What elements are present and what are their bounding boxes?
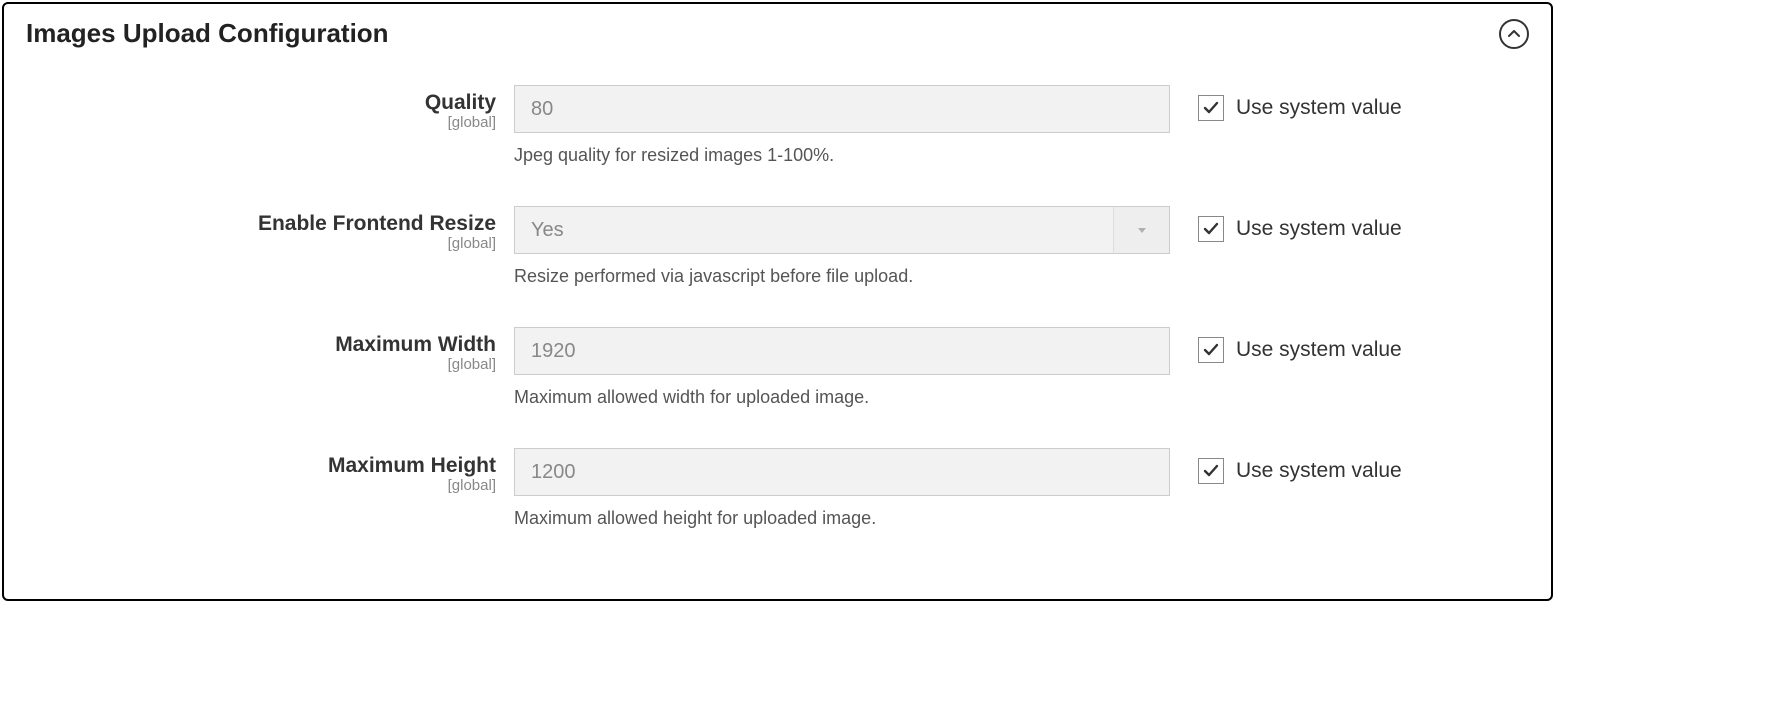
field-max-height: Maximum Height [global] Maximum allowed … bbox=[24, 448, 1531, 551]
max-height-use-system-checkbox[interactable] bbox=[1198, 458, 1224, 484]
panel-title: Images Upload Configuration bbox=[26, 18, 389, 49]
check-icon bbox=[1202, 462, 1220, 480]
panel-header: Images Upload Configuration bbox=[4, 4, 1551, 55]
select-caret bbox=[1113, 207, 1169, 253]
quality-use-system-checkbox[interactable] bbox=[1198, 95, 1224, 121]
input-col: Maximum allowed width for uploaded image… bbox=[514, 327, 1170, 430]
frontend-resize-system-col: Use system value bbox=[1170, 206, 1402, 242]
label-col: Quality [global] bbox=[24, 85, 514, 131]
quality-scope: [global] bbox=[24, 114, 496, 131]
label-col: Maximum Width [global] bbox=[24, 327, 514, 373]
input-col: Yes Resize performed via javascript befo… bbox=[514, 206, 1170, 309]
fields-container: Quality [global] Jpeg quality for resize… bbox=[4, 55, 1551, 551]
max-width-use-system-checkbox[interactable] bbox=[1198, 337, 1224, 363]
frontend-resize-hint: Resize performed via javascript before f… bbox=[514, 266, 1170, 287]
frontend-resize-select[interactable]: Yes bbox=[514, 206, 1170, 254]
input-col: Jpeg quality for resized images 1-100%. bbox=[514, 85, 1170, 188]
max-width-system-col: Use system value bbox=[1170, 327, 1402, 363]
quality-hint: Jpeg quality for resized images 1-100%. bbox=[514, 145, 1170, 166]
max-height-hint: Maximum allowed height for uploaded imag… bbox=[514, 508, 1170, 529]
check-icon bbox=[1202, 341, 1220, 359]
quality-system-col: Use system value bbox=[1170, 85, 1402, 121]
input-col: Maximum allowed height for uploaded imag… bbox=[514, 448, 1170, 551]
field-frontend-resize: Enable Frontend Resize [global] Yes Resi… bbox=[24, 206, 1531, 309]
quality-label: Quality bbox=[24, 91, 496, 114]
images-upload-configuration-panel: Images Upload Configuration Quality [glo… bbox=[2, 2, 1553, 601]
max-height-input[interactable] bbox=[514, 448, 1170, 496]
quality-input[interactable] bbox=[514, 85, 1170, 133]
check-icon bbox=[1202, 220, 1220, 238]
frontend-resize-use-system-checkbox[interactable] bbox=[1198, 216, 1224, 242]
max-width-use-system-label: Use system value bbox=[1236, 338, 1402, 362]
max-width-scope: [global] bbox=[24, 356, 496, 373]
max-width-input[interactable] bbox=[514, 327, 1170, 375]
field-max-width: Maximum Width [global] Maximum allowed w… bbox=[24, 327, 1531, 430]
max-height-label: Maximum Height bbox=[24, 454, 496, 477]
collapse-toggle[interactable] bbox=[1499, 19, 1529, 49]
chevron-up-icon bbox=[1507, 27, 1521, 41]
max-height-system-col: Use system value bbox=[1170, 448, 1402, 484]
caret-down-icon bbox=[1135, 223, 1149, 237]
frontend-resize-scope: [global] bbox=[24, 235, 496, 252]
frontend-resize-value: Yes bbox=[515, 219, 1113, 242]
max-width-label: Maximum Width bbox=[24, 333, 496, 356]
field-quality: Quality [global] Jpeg quality for resize… bbox=[24, 85, 1531, 188]
max-width-hint: Maximum allowed width for uploaded image… bbox=[514, 387, 1170, 408]
check-icon bbox=[1202, 99, 1220, 117]
quality-use-system-label: Use system value bbox=[1236, 96, 1402, 120]
frontend-resize-use-system-label: Use system value bbox=[1236, 217, 1402, 241]
max-height-scope: [global] bbox=[24, 477, 496, 494]
label-col: Maximum Height [global] bbox=[24, 448, 514, 494]
frontend-resize-label: Enable Frontend Resize bbox=[24, 212, 496, 235]
label-col: Enable Frontend Resize [global] bbox=[24, 206, 514, 252]
max-height-use-system-label: Use system value bbox=[1236, 459, 1402, 483]
